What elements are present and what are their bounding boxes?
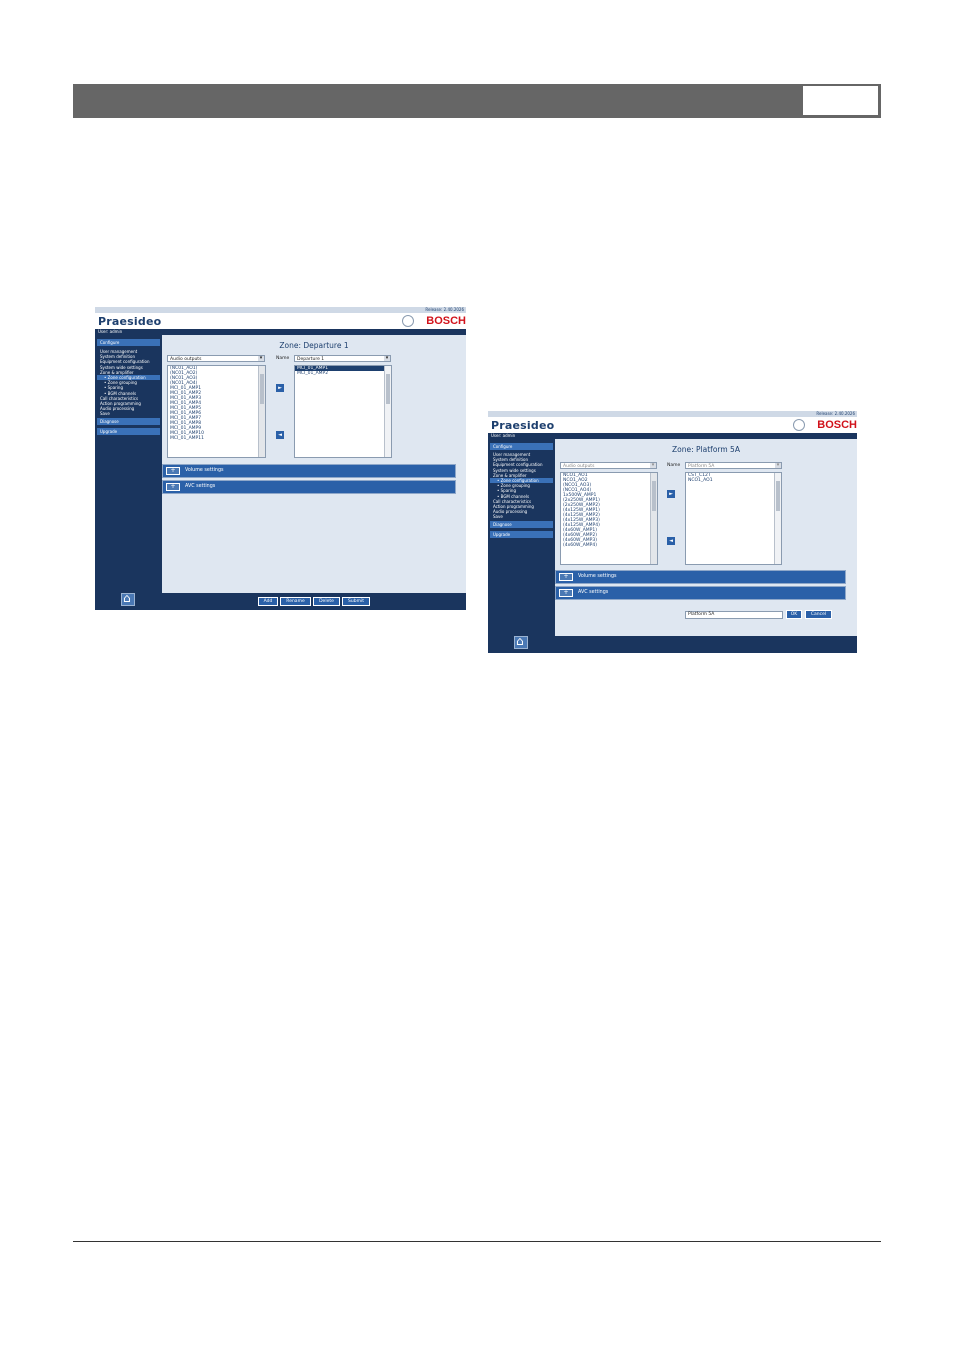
volume-settings-label: Volume settings [185, 468, 224, 473]
list-scrollbar[interactable] [650, 473, 657, 564]
app-header: Release: 2.40.2026 Praesideo BOSCH [488, 411, 857, 433]
add-to-zone-button[interactable]: ► [667, 490, 675, 498]
name-label: Name [667, 463, 681, 468]
bosch-logo-icon [402, 315, 414, 327]
page-header-box [803, 85, 879, 116]
avc-settings-label: AVC settings [185, 484, 216, 489]
list-item[interactable]: (4x60W_AMP4) [561, 543, 657, 548]
delete-button[interactable]: Delete [313, 597, 340, 606]
nav-bgm-channels-label: BGM channels [107, 390, 137, 396]
remove-from-zone-button[interactable]: ◄ [667, 537, 675, 545]
cancel-button[interactable]: Cancel [805, 610, 832, 619]
app-brand: Praesideo [98, 315, 162, 328]
list-item[interactable]: MCI_01_AMP2 [295, 371, 391, 376]
zone-name-select[interactable]: Platform 5A [685, 462, 782, 469]
nav-bgm-channels-label: BGM channels [500, 493, 530, 499]
volume-settings-section[interactable]: + Volume settings [555, 570, 846, 584]
avc-settings-label: AVC settings [578, 590, 609, 595]
bosch-logo-icon [793, 419, 805, 431]
screenshot-zone-departure: Release: 2.40.2026 Praesideo BOSCH User:… [95, 307, 466, 610]
add-to-zone-button[interactable]: ► [276, 384, 284, 392]
app-header: Release: 2.40.2026 Praesideo BOSCH [95, 307, 466, 329]
app-brand: Praesideo [491, 419, 555, 432]
screenshot-zone-platform: Release: 2.40.2026 Praesideo BOSCH User:… [488, 411, 857, 653]
bosch-logo: BOSCH [817, 419, 857, 431]
zone-name-input[interactable]: Platform 5A [685, 611, 783, 619]
list-scrollbar[interactable] [258, 366, 265, 457]
bosch-logo: BOSCH [426, 315, 466, 327]
main-content: Zone: Platform 5A Audio outputs Name Pla… [555, 439, 857, 653]
nav-upgrade[interactable]: Upgrade [97, 427, 160, 435]
nav-configure[interactable]: Configure [490, 443, 553, 450]
home-icon[interactable] [514, 634, 528, 649]
home-icon[interactable] [121, 591, 135, 606]
release-bar [488, 411, 857, 417]
page-footer-rule [73, 1241, 881, 1242]
add-button[interactable]: Add [258, 597, 278, 606]
sidebar: Configure User management System definit… [95, 335, 162, 610]
main-content: Zone: Departure 1 Audio outputs Name Dep… [162, 335, 466, 610]
zone-title: Zone: Platform 5A [672, 445, 740, 454]
zone-outputs-list[interactable]: MCI_01_AMP1 MCI_01_AMP2 [294, 365, 392, 458]
list-scrollbar[interactable] [384, 366, 391, 457]
output-type-select[interactable]: Audio outputs [167, 355, 265, 362]
submit-button[interactable]: Submit [342, 597, 370, 606]
name-label: Name [276, 356, 290, 361]
expand-icon[interactable]: + [166, 483, 180, 491]
avc-settings-section[interactable]: + AVC settings [555, 586, 846, 600]
nav-upgrade[interactable]: Upgrade [490, 530, 553, 538]
list-item[interactable]: NCO1_AO1 [686, 478, 781, 483]
zone-outputs-list[interactable]: CST_C12T NCO1_AO1 [685, 472, 782, 565]
nav-configure[interactable]: Configure [97, 339, 160, 346]
page-header-bar [73, 84, 881, 118]
nav-diagnose[interactable]: Diagnose [97, 417, 160, 425]
action-bar [555, 636, 857, 653]
zone-name-select[interactable]: Departure 1 [294, 355, 391, 362]
nav-diagnose[interactable]: Diagnose [490, 520, 553, 528]
zone-title: Zone: Departure 1 [279, 341, 349, 350]
list-item[interactable]: MCI_01_AMP11 [168, 436, 265, 441]
remove-from-zone-button[interactable]: ◄ [276, 431, 284, 439]
available-outputs-list[interactable]: (NC01_AO1) (NC01_AO2) (NC01_AO3) (NC01_A… [167, 365, 266, 458]
nav-save[interactable]: Save [95, 411, 162, 416]
action-bar: Add Rename Delete Submit [162, 593, 466, 610]
available-outputs-list[interactable]: NCO1_AO1 NCO1_AO2 (NCO1_AO3) (NCO1_AO4) … [560, 472, 658, 565]
rename-button[interactable]: Rename [280, 597, 311, 606]
output-type-select[interactable]: Audio outputs [560, 462, 657, 469]
volume-settings-label: Volume settings [578, 574, 617, 579]
list-scrollbar[interactable] [774, 473, 781, 564]
ok-button[interactable]: OK [786, 610, 802, 619]
expand-icon[interactable]: + [166, 467, 180, 475]
sidebar: Configure User management System definit… [488, 439, 555, 653]
release-bar [95, 307, 466, 313]
expand-icon[interactable]: + [559, 589, 573, 597]
release-label: Release: 2.40.2026 [425, 307, 464, 312]
expand-icon[interactable]: + [559, 573, 573, 581]
volume-settings-section[interactable]: + Volume settings [162, 464, 456, 478]
nav-save[interactable]: Save [488, 514, 555, 519]
release-label: Release: 2.40.2026 [816, 411, 855, 416]
avc-settings-section[interactable]: + AVC settings [162, 480, 456, 494]
